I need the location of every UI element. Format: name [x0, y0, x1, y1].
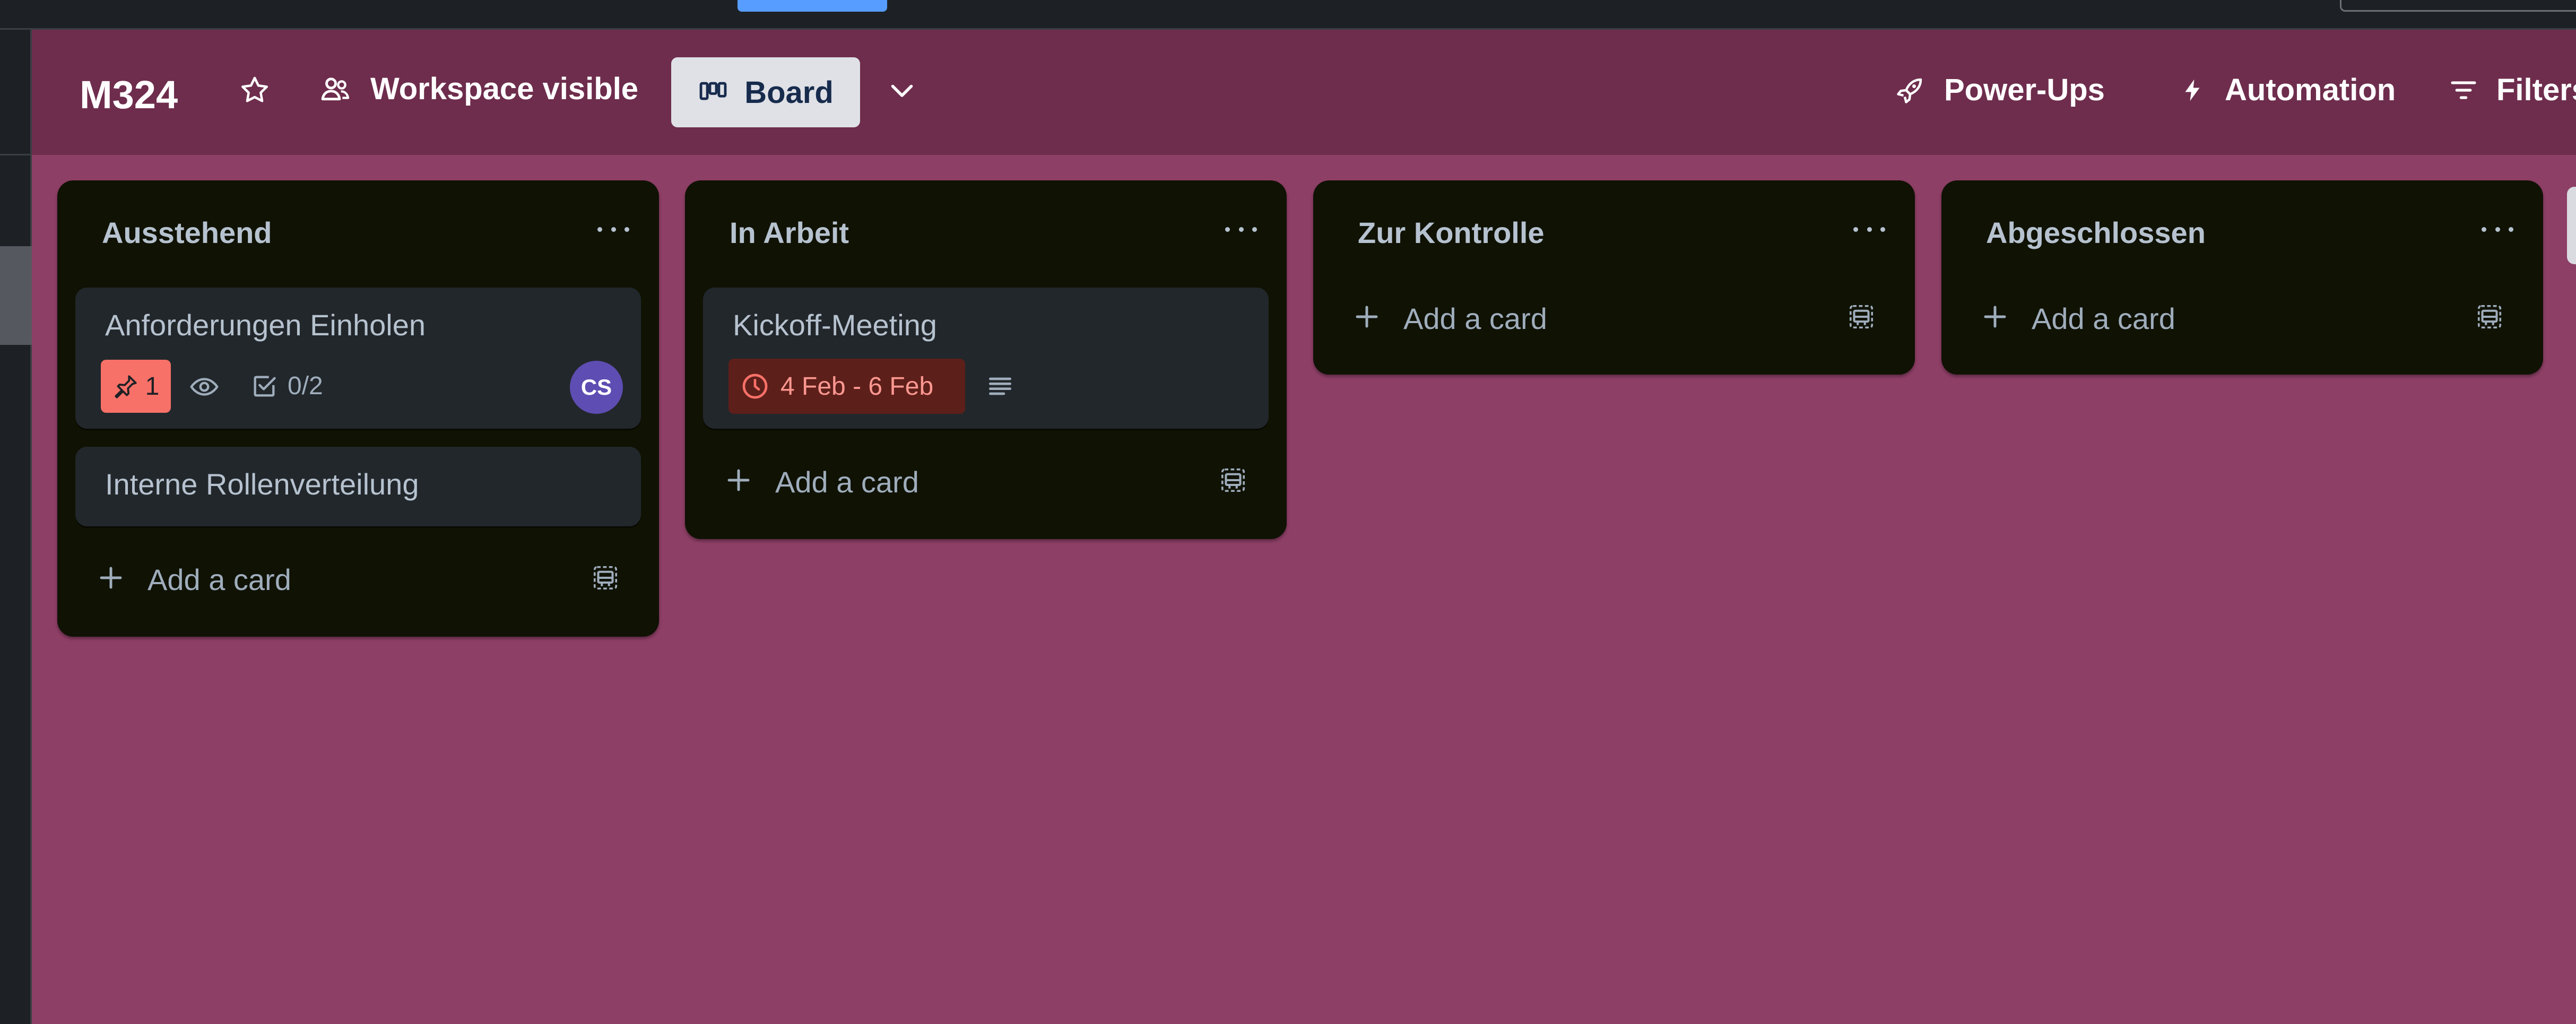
more-dots-icon: [1853, 227, 1858, 232]
list-menu-button[interactable]: [597, 219, 629, 240]
eye-icon: [190, 378, 219, 396]
list-header: Zur Kontrolle: [1313, 180, 1915, 280]
card-template-icon[interactable]: [1847, 302, 1876, 331]
list-title[interactable]: Abgeschlossen: [1986, 215, 2206, 250]
automation-label: Automation: [2225, 73, 2396, 107]
sidebar-divider: [0, 154, 32, 155]
pin-icon: [115, 375, 137, 398]
visibility-button[interactable]: Workspace visible: [318, 71, 638, 107]
sidebar-active-board-indicator[interactable]: [0, 246, 32, 345]
card-template-icon[interactable]: [1219, 466, 1247, 494]
browser-top-strip: [0, 0, 2576, 30]
powerups-label: Power-Ups: [1944, 73, 2105, 107]
list-menu-button[interactable]: [1225, 219, 1257, 240]
card[interactable]: Kickoff-Meeting 4 Feb - 6 Feb: [703, 288, 1269, 429]
card[interactable]: Interne Rollenverteilung: [75, 447, 641, 526]
clock-icon: [742, 374, 768, 399]
powerups-button[interactable]: Power-Ups: [1894, 72, 2105, 108]
list-title[interactable]: Zur Kontrolle: [1358, 215, 1545, 250]
chevron-down-icon: [891, 84, 913, 97]
add-card-button[interactable]: Add a card: [1331, 283, 1897, 350]
automation-button[interactable]: Automation: [2178, 72, 2396, 108]
notification-badge[interactable]: 1: [101, 360, 171, 413]
plus-icon: [1984, 306, 2006, 328]
plus-icon: [727, 469, 750, 491]
watch-badge: [189, 371, 220, 402]
add-card-label: Add a card: [775, 465, 919, 499]
card-title: Kickoff-Meeting: [733, 308, 937, 342]
due-date-text: 4 Feb - 6 Feb: [780, 372, 934, 401]
list-abgeschlossen[interactable]: Abgeschlossen Add a card: [1941, 180, 2543, 375]
card-template-icon[interactable]: [591, 563, 620, 592]
list-menu-button[interactable]: [1853, 219, 1885, 240]
more-dots-icon: [1225, 227, 1230, 232]
rocket-icon: [1897, 78, 1922, 103]
view-switcher-button[interactable]: [886, 74, 918, 106]
add-card-label: Add a card: [2032, 302, 2175, 335]
active-tab-indicator[interactable]: [738, 0, 887, 12]
workspace-sidebar: [0, 30, 32, 1024]
add-list-button-edge[interactable]: [2567, 187, 2576, 264]
checkbox-icon: [254, 376, 276, 396]
board-view-button[interactable]: Board: [671, 57, 860, 127]
add-card-button[interactable]: Add a card: [703, 447, 1269, 514]
card-title: Anforderungen Einholen: [105, 308, 426, 342]
filter-lines-icon: [2451, 81, 2476, 99]
avatar[interactable]: CS: [570, 361, 623, 414]
notification-count: 1: [145, 372, 160, 401]
list-zur-kontrolle[interactable]: Zur Kontrolle Add a card: [1313, 180, 1915, 375]
add-card-button[interactable]: Add a card: [1959, 283, 2525, 350]
star-button[interactable]: [239, 74, 271, 106]
star-icon: [241, 76, 268, 102]
list-title[interactable]: Ausstehend: [102, 215, 272, 250]
list-header: Abgeschlossen: [1941, 180, 2543, 280]
plus-icon: [1356, 306, 1378, 328]
board-view-label: Board: [744, 75, 834, 110]
list-title[interactable]: In Arbeit: [730, 215, 849, 250]
search-box-edge[interactable]: [2340, 0, 2576, 12]
add-card-label: Add a card: [148, 563, 291, 596]
visibility-label: Workspace visible: [370, 72, 639, 106]
filters-label: Filters: [2496, 73, 2576, 107]
board-title[interactable]: M324: [80, 72, 178, 117]
due-date-badge[interactable]: 4 Feb - 6 Feb: [728, 359, 965, 414]
list-in-arbeit[interactable]: In Arbeit Kickoff-Meeting 4 Feb - 6 Feb …: [685, 180, 1287, 539]
add-card-label: Add a card: [1403, 302, 1547, 335]
list-header: In Arbeit: [685, 180, 1287, 280]
list-ausstehend[interactable]: Ausstehend Anforderungen Einholen 1 0/2: [57, 180, 659, 637]
card[interactable]: Anforderungen Einholen 1 0/2 CS: [75, 288, 641, 429]
more-dots-icon: [2482, 227, 2486, 232]
board-header: M324 Workspace visible Board Power-Ups A…: [32, 30, 2576, 155]
board-columns-icon: [699, 82, 727, 100]
checklist-badge: 0/2: [250, 371, 323, 401]
add-card-button[interactable]: Add a card: [75, 544, 641, 611]
filters-button[interactable]: Filters: [2449, 72, 2576, 108]
description-badge: [985, 371, 1015, 401]
card-template-icon[interactable]: [2475, 302, 2504, 331]
list-header: Ausstehend: [57, 180, 659, 280]
more-dots-icon: [597, 227, 602, 232]
list-menu-button[interactable]: [2482, 219, 2513, 240]
card-title: Interne Rollenverteilung: [105, 467, 419, 501]
checklist-count: 0/2: [288, 372, 323, 400]
workspace-people-icon: [321, 77, 350, 100]
lightning-icon: [2185, 79, 2200, 101]
description-icon: [989, 377, 1011, 395]
plus-icon: [100, 567, 122, 589]
